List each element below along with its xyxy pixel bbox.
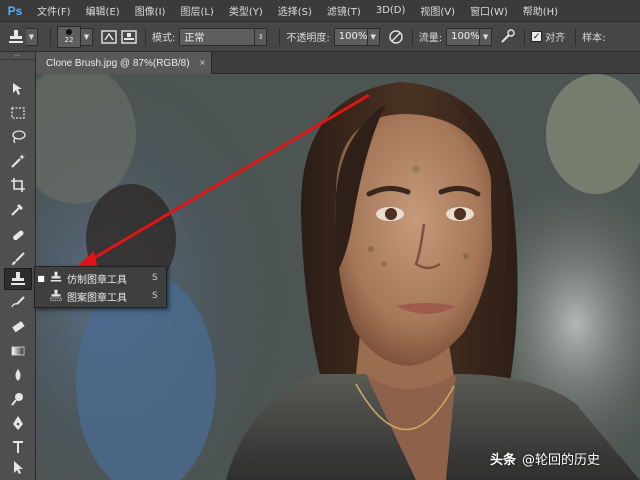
type-icon[interactable]: [4, 436, 32, 458]
sample-label: 样本:: [582, 33, 606, 44]
flyout-item-clone-stamp[interactable]: ■ 仿制图章工具 S: [35, 269, 166, 287]
magic-wand-icon[interactable]: [4, 150, 32, 172]
options-bar: ▼ 22 ▼ 模式: 正常 ⇕ 不透明度: 100% ▼ 流量: 100% ▼ …: [0, 22, 640, 52]
watermark: 头条 @轮回的历史: [490, 449, 600, 468]
flyout-item-shortcut: S: [152, 291, 158, 301]
clone-stamp-icon[interactable]: [4, 268, 32, 290]
healing-brush-icon[interactable]: [4, 224, 32, 246]
panel-grip[interactable]: ▸▸: [0, 52, 35, 60]
brush-icon[interactable]: [4, 248, 32, 270]
close-icon[interactable]: ×: [200, 58, 206, 69]
pattern-stamp-icon: [47, 289, 65, 304]
aligned-checkbox[interactable]: ✓: [531, 31, 543, 42]
eyedropper-icon[interactable]: [4, 198, 32, 220]
brush-size-picker[interactable]: 22: [57, 25, 81, 48]
selected-bullet-icon: ■: [37, 273, 45, 283]
menu-bar: Ps 文件(F) 编辑(E) 图像(I) 图层(L) 类型(Y) 选择(S) 滤…: [0, 0, 640, 22]
dodge-icon[interactable]: [4, 388, 32, 410]
menu-file[interactable]: 文件(F): [37, 3, 71, 18]
opacity-label: 不透明度:: [286, 33, 330, 44]
mode-label: 模式:: [152, 33, 176, 44]
watermark-handle: @轮回的历史: [522, 453, 601, 468]
crop-icon[interactable]: [4, 174, 32, 196]
menu-edit[interactable]: 编辑(E): [86, 3, 120, 18]
document-tab[interactable]: Clone Brush.jpg @ 87%(RGB/8) ×: [36, 52, 212, 74]
airbrush-icon[interactable]: [498, 28, 518, 46]
path-selection-icon[interactable]: [4, 456, 32, 478]
menu-layer[interactable]: 图层(L): [180, 3, 213, 18]
menu-view[interactable]: 视图(V): [420, 3, 455, 18]
tool-flyout-menu: ■ 仿制图章工具 S 图案图章工具 S: [34, 266, 167, 308]
tool-preset-dropdown[interactable]: ▼: [26, 27, 38, 46]
mode-select[interactable]: 正常: [179, 27, 256, 46]
tool-preset-clone-stamp-icon[interactable]: [6, 28, 26, 46]
menu-3d[interactable]: 3D(D): [376, 5, 406, 16]
aligned-label: 对齐: [545, 33, 566, 44]
menu-image[interactable]: 图像(I): [135, 3, 166, 18]
menu-filter[interactable]: 滤镜(T): [327, 3, 361, 18]
document-tab-title: Clone Brush.jpg @ 87%(RGB/8): [46, 57, 190, 69]
brush-size-value: 22: [64, 36, 74, 44]
pressure-opacity-icon[interactable]: [386, 28, 406, 46]
flow-field[interactable]: 100%: [446, 27, 481, 46]
flyout-item-label: 仿制图章工具: [67, 274, 127, 286]
document-tab-bar: Clone Brush.jpg @ 87%(RGB/8) ×: [36, 52, 640, 74]
lasso-icon[interactable]: [4, 126, 32, 148]
flyout-item-pattern-stamp[interactable]: 图案图章工具 S: [35, 287, 166, 305]
flow-dropdown[interactable]: ▼: [480, 27, 493, 46]
watermark-brand: 头条: [490, 453, 517, 468]
flyout-item-shortcut: S: [152, 273, 158, 283]
brush-size-dropdown[interactable]: ▼: [81, 27, 93, 46]
photoshop-logo: Ps: [7, 3, 23, 18]
marquee-icon[interactable]: [4, 102, 32, 124]
opacity-dropdown[interactable]: ▼: [367, 27, 380, 46]
eraser-icon[interactable]: [4, 316, 32, 338]
clone-source-panel-icon[interactable]: [119, 28, 139, 46]
flow-label: 流量:: [418, 33, 443, 44]
flyout-item-label: 图案图章工具: [67, 292, 127, 304]
history-brush-icon[interactable]: [4, 292, 32, 314]
tools-panel: ▸▸: [0, 52, 36, 480]
move-icon[interactable]: [4, 78, 32, 100]
pen-icon[interactable]: [4, 412, 32, 434]
opacity-field[interactable]: 100%: [333, 27, 368, 46]
menu-window[interactable]: 窗口(W): [470, 3, 508, 18]
menu-help[interactable]: 帮助(H): [523, 3, 558, 18]
gradient-icon[interactable]: [4, 340, 32, 362]
brush-panel-icon[interactable]: [99, 28, 119, 46]
menu-select[interactable]: 选择(S): [278, 3, 312, 18]
clone-stamp-icon: [47, 271, 65, 286]
menu-type[interactable]: 类型(Y): [229, 3, 263, 18]
blur-icon[interactable]: [4, 364, 32, 386]
mode-dropdown[interactable]: ⇕: [255, 27, 268, 46]
